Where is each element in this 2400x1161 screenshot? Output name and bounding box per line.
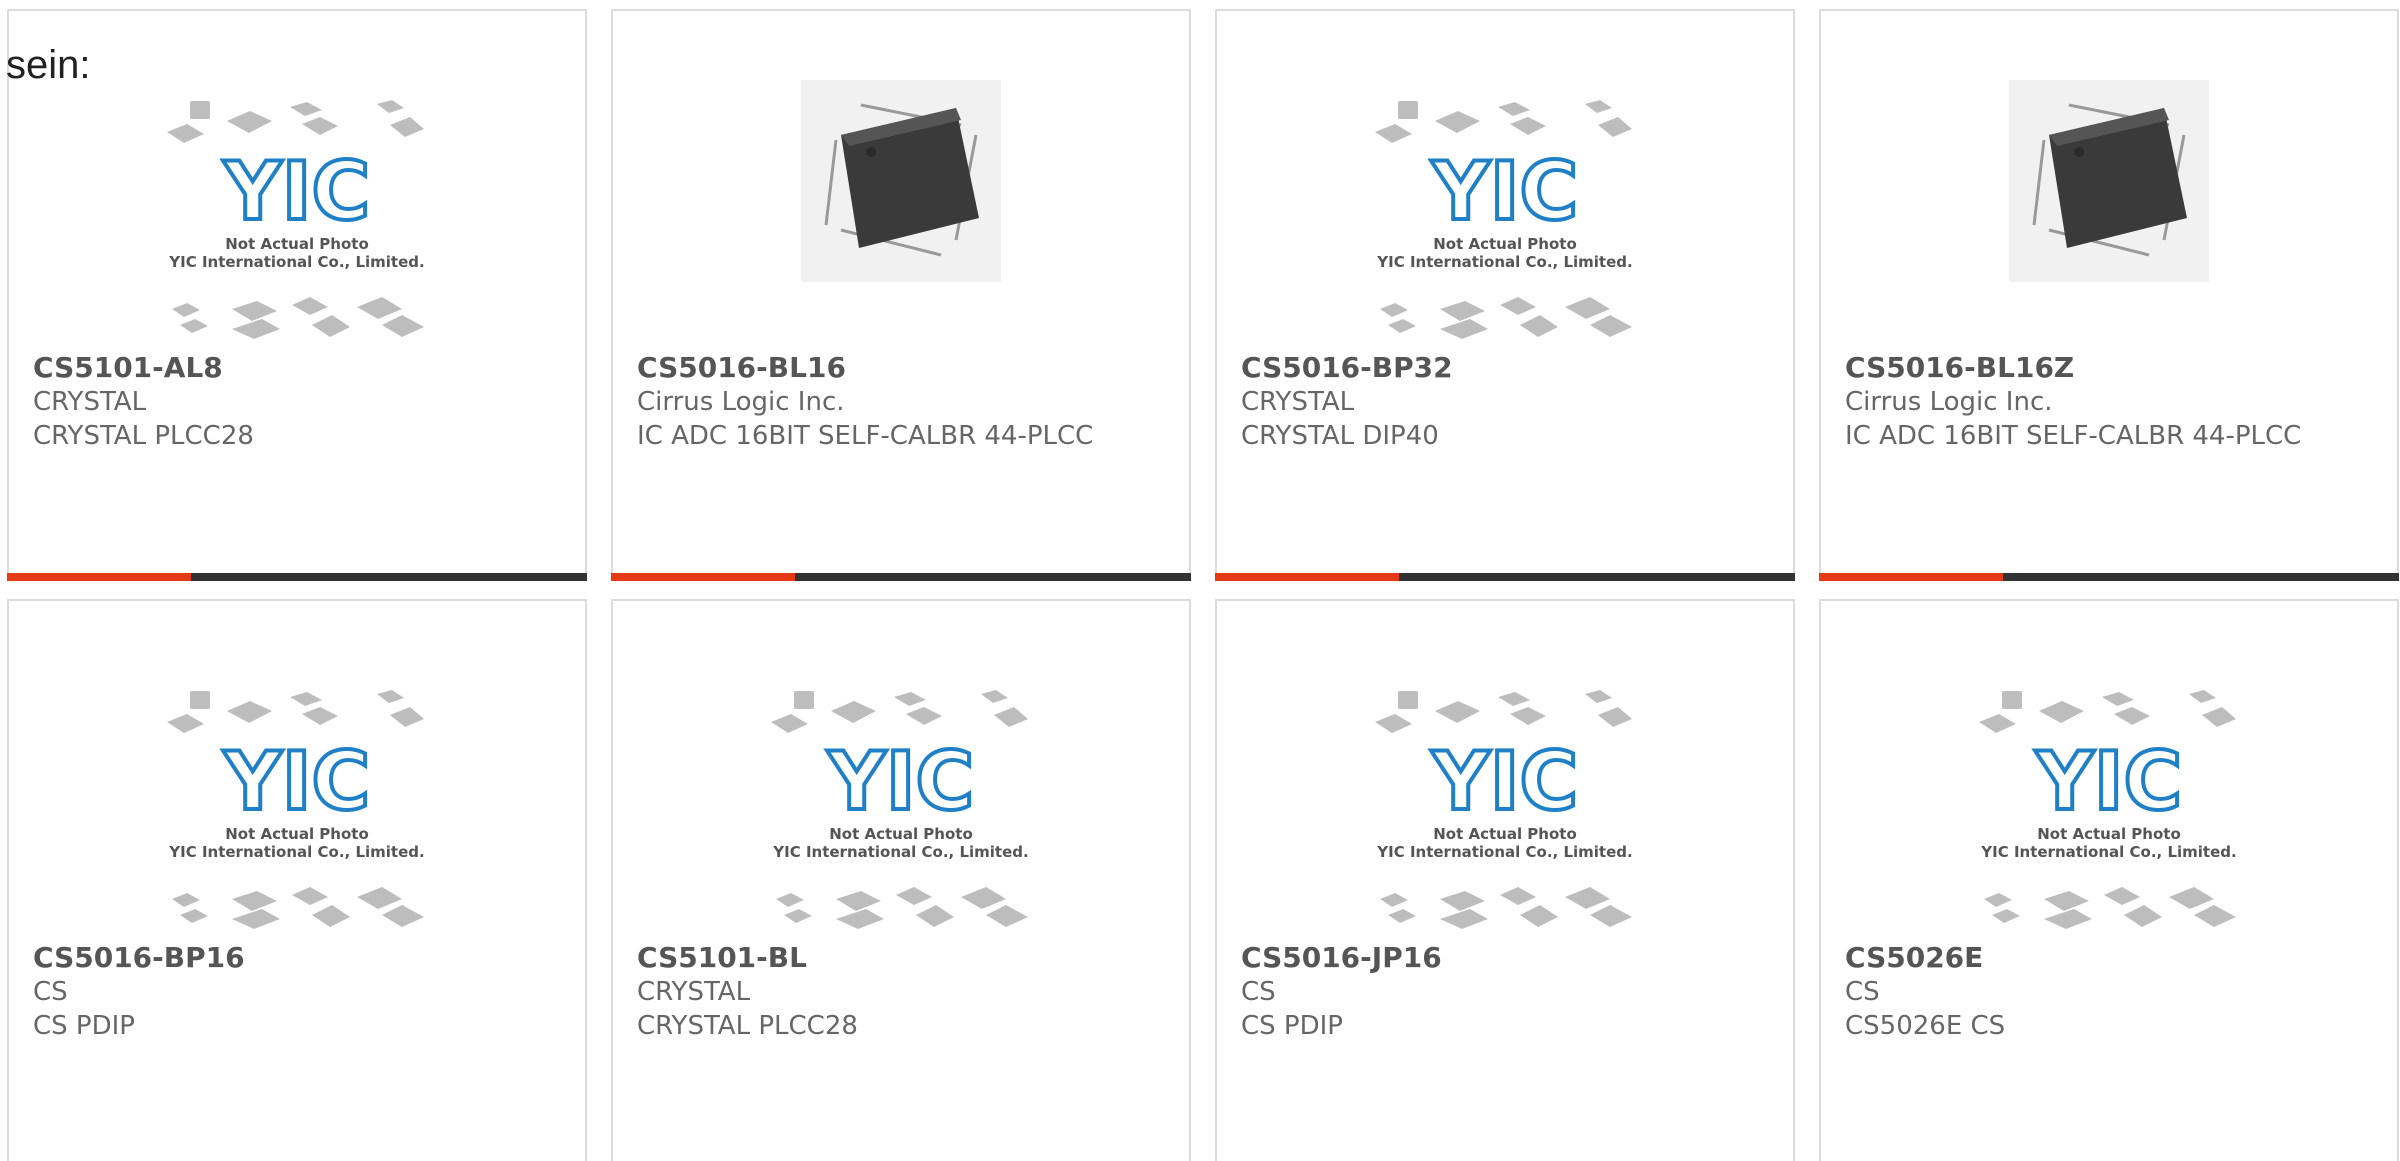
svg-text:YIC: YIC — [827, 735, 974, 828]
description: CRYSTAL PLCC28 — [637, 1011, 858, 1041]
manufacturer: CS — [1241, 977, 1276, 1007]
svg-text:YIC: YIC — [223, 145, 370, 238]
product-info: CS5026E CS CS5026E CS — [1845, 941, 2373, 1043]
chip-photo — [2009, 80, 2209, 282]
svg-text:YIC International Co., Limited: YIC International Co., Limited. — [1376, 253, 1632, 271]
product-card[interactable]: YIC Not Actual Photo YIC International C… — [1819, 599, 2399, 1161]
manufacturer: Cirrus Logic Inc. — [637, 387, 845, 417]
placeholder-image: YIC Not Actual Photo YIC International C… — [167, 100, 425, 339]
card-accent — [1215, 573, 1399, 581]
svg-text:Not Actual Photo: Not Actual Photo — [2037, 825, 2181, 843]
product-info: CS5016-BL16Z Cirrus Logic Inc. IC ADC 16… — [1845, 351, 2373, 453]
description: CS PDIP — [1241, 1011, 1343, 1041]
plcc-chip-icon — [2032, 103, 2187, 257]
product-card[interactable]: CS5016-BL16Z Cirrus Logic Inc. IC ADC 16… — [1819, 9, 2399, 581]
placeholder-image: YIC Not Actual Photo YIC International C… — [771, 690, 1029, 929]
card-bottom-bar — [1819, 573, 2399, 581]
part-number[interactable]: CS5016-BP16 — [33, 941, 561, 975]
placeholder-image: YIC Not Actual Photo YIC International C… — [167, 690, 425, 929]
manufacturer: CS — [1845, 977, 1880, 1007]
svg-text:YIC: YIC — [223, 735, 370, 828]
placeholder-image: YIC Not Actual Photo YIC International C… — [1979, 690, 2237, 929]
part-number[interactable]: CS5016-JP16 — [1241, 941, 1769, 975]
svg-text:YIC: YIC — [1431, 735, 1578, 828]
product-card[interactable]: YIC Not Actual Photo YIC International C… — [7, 9, 587, 581]
svg-text:Not Actual Photo: Not Actual Photo — [225, 825, 369, 843]
svg-text:YIC International Co., Limited: YIC International Co., Limited. — [772, 843, 1028, 861]
part-number[interactable]: CS5016-BP32 — [1241, 351, 1769, 385]
product-card[interactable]: YIC Not Actual Photo YIC International C… — [7, 599, 587, 1161]
card-accent — [611, 573, 795, 581]
svg-text:YIC International Co., Limited: YIC International Co., Limited. — [1376, 843, 1632, 861]
product-info: CS5016-BP32 CRYSTAL CRYSTAL DIP40 — [1241, 351, 1769, 453]
product-card[interactable]: CS5016-BL16 Cirrus Logic Inc. IC ADC 16B… — [611, 9, 1191, 581]
card-bottom-bar — [611, 573, 1191, 581]
svg-text:YIC: YIC — [1431, 145, 1578, 238]
svg-text:YIC International Co., Limited: YIC International Co., Limited. — [168, 843, 424, 861]
svg-text:YIC: YIC — [2035, 735, 2182, 828]
stray-text: sein: — [6, 43, 91, 87]
manufacturer: Cirrus Logic Inc. — [1845, 387, 2053, 417]
product-info: CS5101-BL CRYSTAL CRYSTAL PLCC28 — [637, 941, 1165, 1043]
svg-text:YIC International Co., Limited: YIC International Co., Limited. — [1980, 843, 2236, 861]
product-info: CS5016-BL16 Cirrus Logic Inc. IC ADC 16B… — [637, 351, 1165, 453]
part-number[interactable]: CS5101-AL8 — [33, 351, 561, 385]
part-number[interactable]: CS5016-BL16Z — [1845, 351, 2373, 385]
product-info: CS5016-JP16 CS CS PDIP — [1241, 941, 1769, 1043]
plcc-chip-icon — [824, 103, 979, 257]
manufacturer: CRYSTAL — [637, 977, 751, 1007]
svg-text:YIC International Co., Limited: YIC International Co., Limited. — [168, 253, 424, 271]
part-number[interactable]: CS5101-BL — [637, 941, 1165, 975]
manufacturer: CS — [33, 977, 68, 1007]
placeholder-image: YIC Not Actual Photo YIC International C… — [1375, 100, 1633, 339]
card-accent — [7, 573, 191, 581]
product-info: CS5016-BP16 CS CS PDIP — [33, 941, 561, 1043]
description: IC ADC 16BIT SELF-CALBR 44-PLCC — [637, 421, 1094, 451]
description: CS PDIP — [33, 1011, 135, 1041]
card-bottom-bar — [7, 573, 587, 581]
card-bottom-bar — [1215, 573, 1795, 581]
svg-text:Not Actual Photo: Not Actual Photo — [225, 235, 369, 253]
product-card[interactable]: YIC Not Actual Photo YIC International C… — [1215, 9, 1795, 581]
description: CS5026E CS — [1845, 1011, 2006, 1041]
description: CRYSTAL DIP40 — [1241, 421, 1439, 451]
product-card[interactable]: YIC Not Actual Photo YIC International C… — [611, 599, 1191, 1161]
manufacturer: CRYSTAL — [1241, 387, 1355, 417]
part-number[interactable]: CS5016-BL16 — [637, 351, 1165, 385]
svg-text:Not Actual Photo: Not Actual Photo — [1433, 825, 1577, 843]
product-grid-page: YIC Not Actual Photo YIC International C… — [0, 0, 2400, 1161]
svg-text:Not Actual Photo: Not Actual Photo — [829, 825, 973, 843]
svg-text:Not Actual Photo: Not Actual Photo — [1433, 235, 1577, 253]
manufacturer: CRYSTAL — [33, 387, 147, 417]
part-number[interactable]: CS5026E — [1845, 941, 2373, 975]
description: CRYSTAL PLCC28 — [33, 421, 254, 451]
product-card[interactable]: YIC Not Actual Photo YIC International C… — [1215, 599, 1795, 1161]
description: IC ADC 16BIT SELF-CALBR 44-PLCC — [1845, 421, 2302, 451]
placeholder-image: YIC Not Actual Photo YIC International C… — [1375, 690, 1633, 929]
card-accent — [1819, 573, 2003, 581]
chip-photo — [801, 80, 1001, 282]
product-info: CS5101-AL8 CRYSTAL CRYSTAL PLCC28 — [33, 351, 561, 453]
